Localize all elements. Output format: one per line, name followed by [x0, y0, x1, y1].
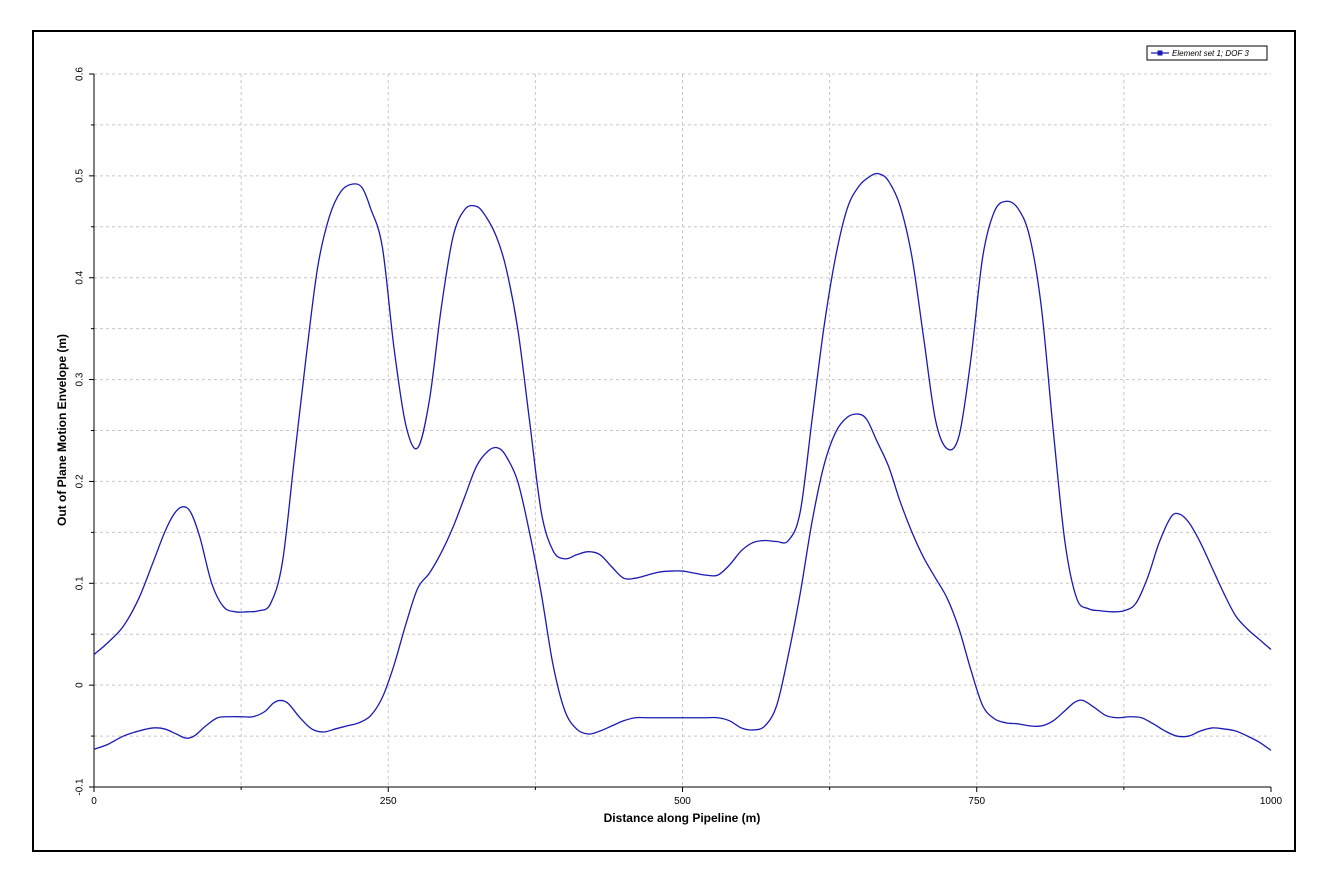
y-tick-label: 0.1 [75, 576, 86, 590]
legend-entry-label: Element set 1; DOF 3 [1172, 49, 1249, 58]
y-tick-label: 0.3 [75, 372, 86, 386]
line-chart: 0 250 500 750 1000 -0.1 0 0.1 0.2 0.3 0.4 0.5 0.6 D… [32, 30, 1296, 852]
x-tick-label: 0 [91, 796, 97, 807]
y-axis-ticks: -0.1 0 0.1 0.2 0.3 0.4 0.5 0.6 [75, 67, 94, 796]
y-axis-title: Out of Plane Motion Envelope (m) [55, 334, 69, 526]
series-line-upper-envelope [93, 172, 1272, 656]
x-tick-label: 250 [380, 796, 397, 807]
y-tick-label: 0 [75, 682, 86, 688]
legend-swatch-marker [1157, 50, 1163, 56]
chart-frame [32, 30, 1296, 852]
x-axis-title: Distance along Pipeline (m) [604, 811, 761, 825]
y-tick-label: -0.1 [75, 778, 86, 796]
x-tick-label: 1000 [1260, 796, 1283, 807]
x-tick-label: 750 [968, 796, 985, 807]
x-axis-ticks: 0 250 500 750 1000 [91, 787, 1283, 807]
x-tick-label: 500 [674, 796, 691, 807]
grid-lines [94, 73, 1271, 787]
y-tick-label: 0.2 [75, 474, 86, 488]
y-tick-label: 0.6 [75, 67, 86, 81]
legend: Element set 1; DOF 3 [1146, 45, 1268, 61]
y-tick-label: 0.5 [75, 168, 86, 182]
y-tick-label: 0.4 [75, 270, 86, 284]
